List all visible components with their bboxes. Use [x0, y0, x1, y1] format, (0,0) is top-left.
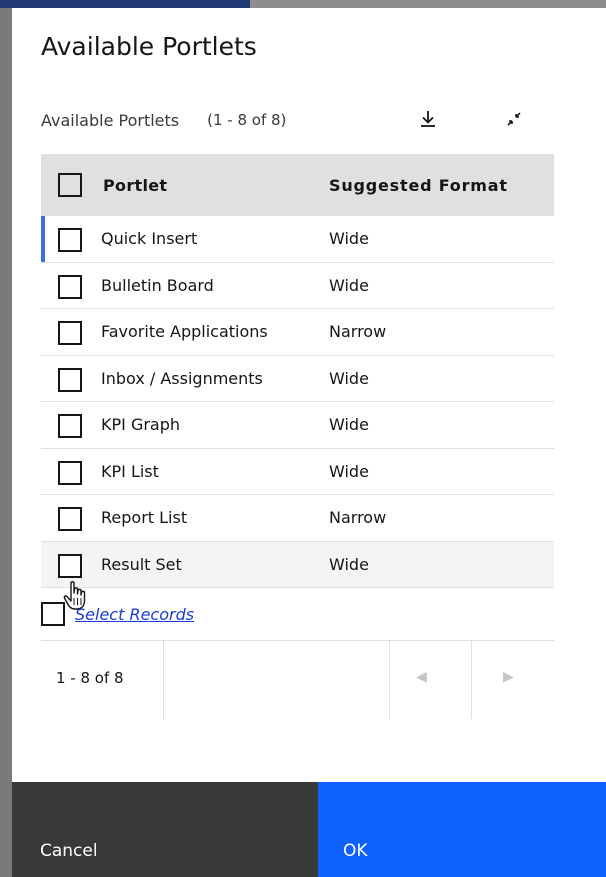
download-icon[interactable]	[413, 104, 443, 134]
suggested-format: Narrow	[329, 322, 387, 342]
collapse-icon[interactable]	[499, 104, 529, 134]
row-checkbox[interactable]	[58, 414, 82, 438]
portlet-name: Bulletin Board	[101, 275, 214, 295]
suggested-format: Wide	[329, 461, 369, 481]
pagination: 1 - 8 of 8 ◀ ▶	[41, 640, 554, 719]
suggested-format: Narrow	[329, 508, 387, 528]
toolbar-title: Available Portlets	[41, 110, 180, 130]
table-toolbar: Available Portlets (1 - 8 of 8)	[41, 102, 554, 138]
pagination-divider	[163, 641, 164, 719]
toolbar-record-count: (1 - 8 of 8)	[207, 111, 287, 129]
portlets-table: Portlet Suggested Format Quick Insert Wi…	[41, 154, 554, 588]
suggested-format: Wide	[329, 415, 369, 435]
suggested-format: Wide	[329, 275, 369, 295]
row-checkbox[interactable]	[58, 507, 82, 531]
suggested-format: Wide	[329, 229, 369, 249]
row-checkbox[interactable]	[58, 367, 82, 392]
backdrop	[0, 0, 12, 877]
table-header: Portlet Suggested Format	[41, 154, 554, 216]
modal-footer: Cancel OK	[12, 782, 606, 877]
portlet-name: Favorite Applications	[101, 322, 268, 342]
select-records-link[interactable]: Select Records	[75, 605, 194, 624]
pagination-divider	[389, 641, 390, 719]
table-row[interactable]: KPI List Wide	[41, 449, 554, 495]
suggested-format: Wide	[329, 554, 369, 574]
pagination-divider	[471, 641, 472, 719]
table-row[interactable]: Report List Narrow	[41, 495, 554, 542]
portlet-name: Result Set	[101, 554, 182, 574]
row-checkbox[interactable]	[58, 553, 82, 578]
portlet-name: Inbox / Assignments	[101, 368, 263, 388]
portlet-name: Quick Insert	[101, 229, 198, 249]
table-row[interactable]: Inbox / Assignments Wide	[41, 356, 554, 402]
portlet-name: Report List	[101, 508, 188, 528]
row-checkbox[interactable]	[58, 228, 82, 252]
portlet-name: KPI Graph	[101, 415, 181, 435]
column-header-portlet[interactable]: Portlet	[103, 176, 167, 195]
select-all-checkbox[interactable]	[58, 173, 82, 197]
table-row[interactable]: Quick Insert Wide	[41, 216, 554, 263]
hand-cursor-icon	[63, 581, 86, 610]
row-checkbox[interactable]	[58, 274, 82, 299]
suggested-format: Wide	[329, 368, 369, 388]
available-portlets-modal: Available Portlets Available Portlets (1…	[12, 8, 606, 877]
next-page-icon[interactable]: ▶	[503, 669, 514, 685]
backdrop-accent-bar	[0, 0, 250, 8]
cancel-button[interactable]: Cancel	[12, 782, 318, 877]
pagination-count: 1 - 8 of 8	[56, 669, 124, 687]
table-row[interactable]: Result Set Wide	[41, 541, 554, 588]
table-row[interactable]: Bulletin Board Wide	[41, 263, 554, 309]
portlet-name: KPI List	[101, 461, 159, 481]
row-checkbox[interactable]	[58, 460, 82, 485]
modal-title: Available Portlets	[41, 32, 257, 61]
table-row[interactable]: KPI Graph Wide	[41, 402, 554, 449]
ok-button[interactable]: OK	[318, 782, 606, 877]
row-checkbox[interactable]	[58, 321, 82, 345]
table-row[interactable]: Favorite Applications Narrow	[41, 309, 554, 356]
previous-page-icon[interactable]: ◀	[416, 669, 427, 685]
column-header-suggested-format[interactable]: Suggested Format	[329, 176, 508, 195]
